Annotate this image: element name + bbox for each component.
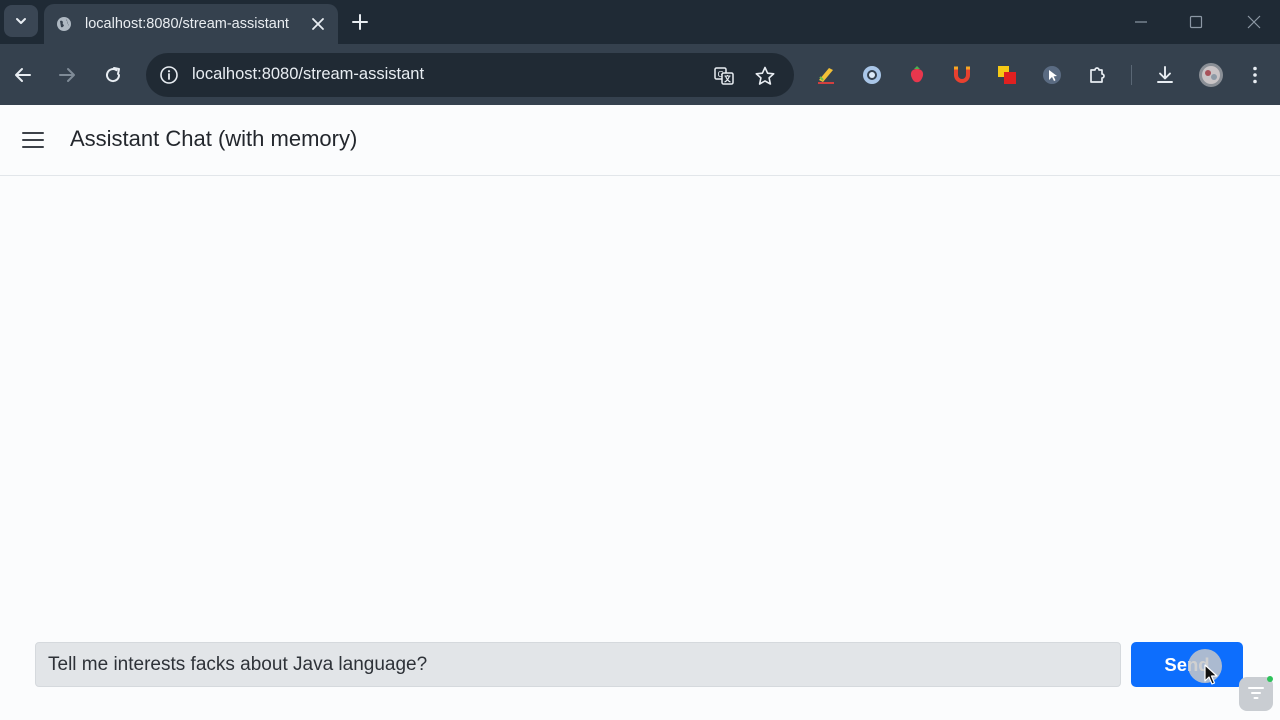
forward-icon[interactable]: [56, 64, 78, 86]
tab-strip: localhost:8080/stream-assistant: [0, 0, 1280, 44]
mouse-cursor-icon: [1204, 664, 1218, 685]
tab-title: localhost:8080/stream-assistant: [85, 16, 289, 32]
square-extension-icon[interactable]: [996, 64, 1018, 86]
address-bar[interactable]: localhost:8080/stream-assistant G: [146, 53, 794, 97]
circle-extension-icon[interactable]: [861, 64, 883, 86]
strawberry-extension-icon[interactable]: [906, 64, 928, 86]
back-icon[interactable]: [12, 64, 34, 86]
reload-icon[interactable]: [102, 64, 124, 86]
toolbar-divider: [1131, 65, 1132, 85]
plus-icon[interactable]: [350, 12, 370, 32]
minimize-icon[interactable]: [1131, 12, 1151, 32]
tab-search-button[interactable]: [4, 5, 38, 37]
avatar[interactable]: [1198, 62, 1224, 88]
browser-toolbar: localhost:8080/stream-assistant G: [0, 44, 1280, 105]
message-input[interactable]: [35, 642, 1121, 687]
info-icon[interactable]: [159, 65, 179, 85]
cursor-extension-icon[interactable]: [1041, 64, 1063, 86]
filter-icon: [1248, 687, 1264, 699]
download-icon[interactable]: [1154, 64, 1176, 86]
pencil-extension-icon[interactable]: [815, 64, 837, 86]
filter-widget-button[interactable]: [1239, 677, 1273, 711]
close-icon[interactable]: [310, 16, 326, 32]
url-text[interactable]: localhost:8080/stream-assistant: [192, 65, 424, 84]
globe-icon: [56, 16, 72, 32]
puzzle-icon[interactable]: [1087, 64, 1109, 86]
close-window-icon[interactable]: [1244, 12, 1264, 32]
star-icon[interactable]: [754, 65, 776, 87]
page-title: Assistant Chat (with memory): [70, 126, 358, 151]
app-header: Assistant Chat (with memory): [0, 105, 1280, 176]
send-button[interactable]: Send: [1131, 642, 1243, 687]
browser-tab[interactable]: localhost:8080/stream-assistant: [44, 4, 338, 44]
chevron-down-icon: [16, 18, 26, 24]
maximize-icon[interactable]: [1186, 12, 1206, 32]
magnet-extension-icon[interactable]: [951, 64, 973, 86]
kebab-menu-icon[interactable]: [1244, 64, 1266, 86]
status-dot: [1267, 676, 1273, 682]
hamburger-icon[interactable]: [22, 130, 44, 150]
chat-messages: [0, 177, 1280, 632]
translate-icon[interactable]: G: [713, 65, 735, 87]
